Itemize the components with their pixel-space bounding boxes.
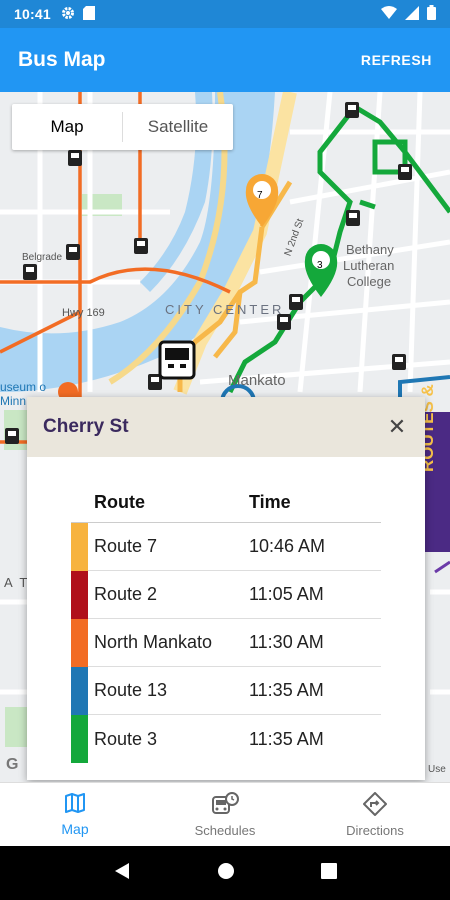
- app-title: Bus Map: [18, 48, 106, 71]
- map-toggle-satellite[interactable]: Satellite: [123, 104, 233, 150]
- table-row: Route 7 10:46 AM: [71, 523, 381, 571]
- gear-icon: [61, 6, 75, 23]
- recents-icon[interactable]: [321, 862, 337, 884]
- popup-header: Cherry St ✕: [27, 397, 425, 457]
- route-color-swatch: [71, 523, 88, 571]
- app-bar: Bus Map REFRESH: [0, 28, 450, 92]
- arrival-time: 11:35 AM: [249, 728, 324, 749]
- directions-icon: [363, 791, 387, 819]
- header-time: Time: [249, 492, 291, 512]
- app-screen: 10:41 Bus Map REFRESH 7 3 Map Satellite …: [0, 0, 450, 900]
- bus-clock-icon: [211, 791, 239, 819]
- map-label-mankato: Mankato: [228, 372, 286, 389]
- route-name: Route 7: [94, 536, 158, 556]
- map-label-hwy: Hwy 169: [62, 307, 105, 319]
- back-icon[interactable]: [113, 862, 131, 885]
- schedule-table: Route Time Route 7 10:46 AM Route 2 11:0…: [71, 483, 381, 763]
- table-row: Route 2 11:05 AM: [71, 571, 381, 619]
- route-color-swatch: [71, 619, 88, 667]
- stop-popup: Cherry St ✕ Route Time Route 7 10:46 AM …: [27, 397, 425, 780]
- arrival-time: 11:35 AM: [249, 680, 324, 700]
- nav-schedules[interactable]: Schedules: [150, 783, 300, 846]
- nav-map-label: Map: [61, 821, 89, 837]
- route-color-swatch: [71, 715, 88, 763]
- table-row: Route 3 11:35 AM: [71, 715, 381, 763]
- route-color-swatch: [71, 571, 88, 619]
- route-name: Route 3: [94, 728, 158, 749]
- google-logo: G: [6, 756, 19, 773]
- bottom-navigation: Map Schedules Directions: [0, 782, 450, 846]
- arrival-time: 10:46 AM: [249, 536, 326, 556]
- pin-7-label: 7: [257, 190, 263, 201]
- sd-card-icon: [82, 5, 95, 23]
- header-route: Route: [94, 492, 145, 512]
- status-time: 10:41: [14, 6, 51, 22]
- map-label-city-center: CITY CENTER: [165, 302, 285, 317]
- arrival-time: 11:30 AM: [249, 632, 324, 652]
- map-label-lutheran: Lutheran: [343, 258, 395, 273]
- close-icon[interactable]: ✕: [385, 414, 409, 440]
- arrival-time: 11:05 AM: [249, 584, 324, 604]
- route-name: North Mankato: [94, 632, 213, 652]
- nav-schedules-label: Schedules: [194, 822, 256, 838]
- map-icon: [64, 792, 86, 817]
- map-terms: Use: [428, 764, 446, 775]
- map-toggle-map[interactable]: Map: [12, 104, 122, 150]
- home-icon[interactable]: [217, 862, 235, 885]
- table-row: North Mankato 11:30 AM: [71, 619, 381, 667]
- wifi-icon: [381, 5, 397, 23]
- battery-icon: [427, 5, 436, 23]
- table-row: Route 13 11:35 AM: [71, 667, 381, 715]
- route-color-swatch: [71, 667, 88, 715]
- map-label-belgrade: Belgrade: [22, 252, 63, 263]
- popup-title: Cherry St: [43, 416, 129, 437]
- map-type-toggle: Map Satellite: [12, 104, 233, 150]
- nav-directions[interactable]: Directions: [300, 783, 450, 846]
- map-label-bethany: Bethany: [346, 242, 394, 257]
- map-label-minn: Minn: [0, 394, 27, 408]
- route-name: Route 13: [94, 680, 168, 700]
- pin-3-label: 3: [317, 260, 323, 271]
- map-label-at: A T: [4, 575, 30, 590]
- map-label-museum: useum o: [0, 380, 47, 394]
- table-header: Route Time: [71, 483, 381, 523]
- status-bar: 10:41: [0, 0, 450, 28]
- system-navigation-bar: [0, 846, 450, 900]
- signal-icon: [405, 5, 419, 23]
- map-label-college: College: [347, 274, 392, 289]
- nav-directions-label: Directions: [346, 822, 404, 838]
- refresh-button[interactable]: REFRESH: [361, 52, 432, 68]
- route-name: Route 2: [94, 584, 158, 604]
- nav-map[interactable]: Map: [0, 783, 150, 846]
